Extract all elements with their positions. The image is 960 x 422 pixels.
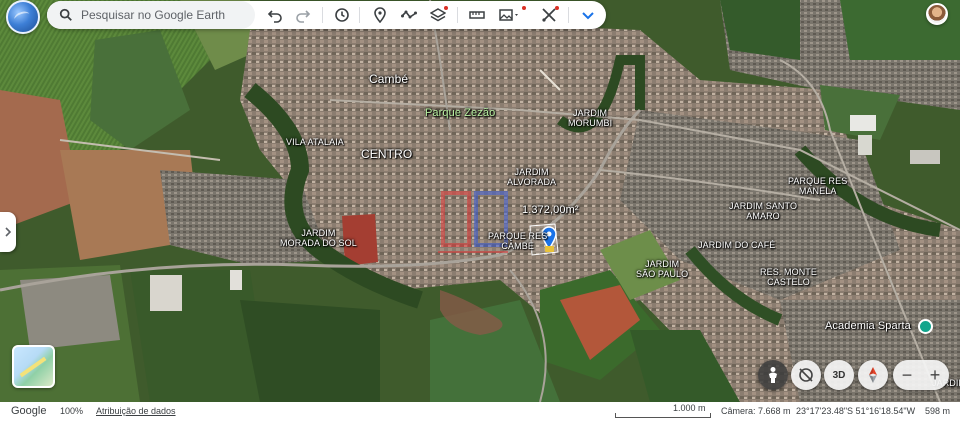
satellite-map[interactable]: Cambé Parque Zezão JARDIM MORUMBI VILA A… <box>0 0 960 402</box>
compass-button[interactable] <box>858 360 888 390</box>
image-icon <box>499 9 518 21</box>
map-style-thumbnail[interactable] <box>12 345 55 388</box>
tools-button[interactable] <box>538 5 560 25</box>
label-centro: CENTRO <box>361 147 413 161</box>
chevron-down-icon <box>582 12 594 20</box>
coordinates: 23°17'23.48"S 51°16'18.54"W <box>796 406 916 416</box>
gym-place-icon[interactable] <box>918 319 933 334</box>
label-cambe: Cambé <box>369 72 409 86</box>
scale-bar <box>615 413 711 418</box>
toolbar-divider <box>568 7 569 23</box>
elevation: 598 m <box>925 406 951 416</box>
search-input[interactable] <box>81 5 249 25</box>
layers-button[interactable] <box>427 5 449 25</box>
measure-button[interactable] <box>466 5 488 25</box>
label-jardim-morada-do-sol: JARDIM MORADA DO SOL <box>280 228 357 248</box>
zoom-percent[interactable]: 100% <box>60 406 83 416</box>
label-jardim-morumbi: JARDIM MORUMBI <box>568 108 613 128</box>
scale-label: 1.000 m <box>673 403 706 413</box>
notification-dot <box>444 6 448 10</box>
placemark-icon <box>374 7 386 23</box>
reset-tilt-button[interactable] <box>791 360 821 390</box>
path-icon <box>401 10 417 19</box>
toggle-3d-button[interactable]: 3D <box>824 360 854 390</box>
label-jardim-do-cafe: JARDIM DO CAFÉ <box>698 240 776 250</box>
label-jardim-alvorada: JARDIM ALVORADA <box>507 167 557 187</box>
pegman-button[interactable] <box>758 360 788 390</box>
label-parque-res-manela: PARQUE RES MANELA <box>788 176 848 196</box>
placemark-button[interactable] <box>369 5 391 25</box>
label-vila-atalaia: VILA ATALAIA <box>286 137 344 147</box>
earth-menu-icon[interactable] <box>6 0 40 34</box>
ruler-icon <box>469 11 485 19</box>
side-panel-toggle[interactable] <box>0 212 16 252</box>
zoom-in-button[interactable]: + <box>921 360 949 390</box>
expand-toolbar-button[interactable] <box>577 5 599 25</box>
label-jardim-santo-amaro: JARDIM SANTO AMARO <box>729 201 798 221</box>
undo-icon <box>267 10 282 23</box>
toolbar-divider <box>457 7 458 23</box>
label-jardim-sao-paulo: JARDIM SÃO PAULO <box>636 259 689 279</box>
notification-dot <box>522 6 526 10</box>
image-overlay-button[interactable] <box>495 5 526 25</box>
undo-button[interactable] <box>264 5 286 25</box>
path-button[interactable] <box>398 5 420 25</box>
redo-icon <box>296 10 311 23</box>
chevron-right-icon <box>5 227 12 237</box>
zoom-control: − + <box>893 360 949 390</box>
compass-icon <box>869 367 877 383</box>
label-measure-area: 1.372,00m² <box>522 204 579 216</box>
satellite-imagery <box>0 0 960 402</box>
notification-dot <box>555 6 559 10</box>
label-parque-zezao: Parque Zezão <box>425 107 496 119</box>
history-button[interactable] <box>331 5 353 25</box>
search-icon <box>59 8 72 21</box>
label-parque-res-cambe: PARQUE RES CAMBE <box>488 231 548 251</box>
three-d-label: 3D <box>832 369 846 381</box>
camera-altitude: Câmera: 7.668 m <box>721 406 791 416</box>
search-box[interactable] <box>47 1 255 29</box>
history-icon <box>335 8 349 22</box>
label-academia-sparta[interactable]: Academia Sparta <box>825 321 911 332</box>
toolbar-divider <box>359 7 360 23</box>
zoom-out-button[interactable]: − <box>893 360 921 390</box>
no-tilt-icon <box>799 368 813 382</box>
pegman-icon <box>769 367 777 383</box>
top-toolbar <box>47 1 606 29</box>
status-bar: Google 100% Atribuição de dados 1.000 m … <box>0 402 960 422</box>
label-res-monte-castelo: RES. MONTE CASTELO <box>760 267 818 287</box>
google-logo: Google <box>11 405 47 417</box>
user-avatar[interactable] <box>926 3 948 25</box>
attribution-link[interactable]: Atribuição de dados <box>96 406 176 416</box>
redo-button[interactable] <box>292 5 314 25</box>
toolbar-divider <box>322 7 323 23</box>
